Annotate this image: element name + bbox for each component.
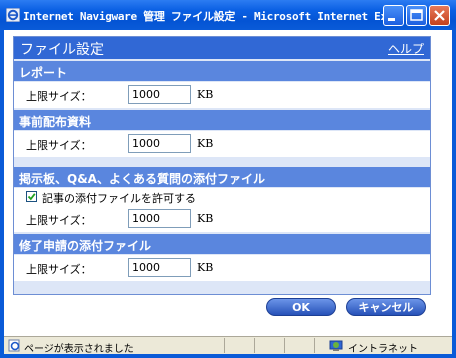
- section-heading-text: レポート: [19, 66, 68, 80]
- maximize-icon: [410, 9, 423, 21]
- checkmark-icon: [27, 193, 36, 201]
- status-divider: [314, 338, 315, 353]
- status-bar: ページが表示されました イントラネット: [4, 336, 452, 355]
- size-label: 上限サイズ：: [26, 90, 92, 103]
- size-label: 上限サイズ：: [26, 214, 92, 227]
- cancel-button[interactable]: キャンセル: [346, 298, 426, 316]
- title-bar[interactable]: Internet Navigware 管理 ファイル設定 - Microsoft…: [0, 0, 456, 30]
- bulletin-size-row: 上限サイズ： KB: [14, 206, 430, 232]
- size-unit: KB: [197, 212, 214, 225]
- allow-attachments-row: 記事の添付ファイルを許可する: [14, 188, 430, 206]
- size-unit: KB: [197, 261, 214, 274]
- section-heading-text: 修了申請の添付ファイル: [19, 239, 152, 253]
- page-content: ファイル設定 ヘルプ レポート 上限サイズ： KB 事前配布資料 上限サイズ： …: [4, 30, 452, 336]
- allow-attachments-checkbox[interactable]: [26, 191, 37, 202]
- section-heading-text: 掲示板、Q&A、よくある質問の添付ファイル: [19, 172, 265, 186]
- intranet-globe-icon: [329, 340, 343, 351]
- page-done-icon: [8, 339, 20, 352]
- maximize-button[interactable]: [406, 5, 427, 26]
- size-unit: KB: [197, 137, 214, 150]
- size-unit: KB: [197, 88, 214, 101]
- minimize-icon: [388, 18, 395, 21]
- help-link[interactable]: ヘルプ: [388, 40, 424, 57]
- panel-title: ファイル設定: [20, 42, 104, 58]
- size-label: 上限サイズ：: [26, 139, 92, 152]
- status-divider: [224, 338, 225, 353]
- section-heading-completion-attachments: 修了申請の添付ファイル: [14, 234, 430, 254]
- completion-size-input[interactable]: [128, 258, 191, 277]
- security-zone-text: イントラネット: [348, 344, 418, 355]
- panel-header: ファイル設定 ヘルプ: [14, 37, 430, 59]
- bulletin-size-input[interactable]: [128, 209, 191, 228]
- section-heading-preliminary-materials: 事前配布資料: [14, 110, 430, 130]
- ie-logo-icon: [6, 8, 20, 22]
- status-divider: [254, 338, 255, 353]
- section-heading-text: 事前配布資料: [19, 115, 92, 129]
- report-size-input[interactable]: [128, 85, 191, 104]
- report-size-row: 上限サイズ： KB: [14, 82, 430, 108]
- section-heading-bulletin-attachments: 掲示板、Q&A、よくある質問の添付ファイル: [14, 167, 430, 187]
- completion-size-row: 上限サイズ： KB: [14, 255, 430, 281]
- close-icon: [434, 10, 445, 21]
- section-heading-report: レポート: [14, 61, 430, 81]
- status-divider: [284, 338, 285, 353]
- materials-size-row: 上限サイズ： KB: [14, 131, 430, 157]
- size-label: 上限サイズ：: [26, 263, 92, 276]
- status-text: ページが表示されました: [24, 344, 134, 355]
- allow-attachments-label: 記事の添付ファイルを許可する: [42, 192, 196, 205]
- close-button[interactable]: [429, 5, 450, 26]
- minimize-button[interactable]: [383, 5, 404, 26]
- file-settings-panel: ファイル設定 ヘルプ レポート 上限サイズ： KB 事前配布資料 上限サイズ： …: [13, 36, 431, 295]
- window-title: Internet Navigware 管理 ファイル設定 - Microsoft…: [23, 10, 383, 23]
- ie-window: Internet Navigware 管理 ファイル設定 - Microsoft…: [0, 0, 456, 358]
- ok-button[interactable]: OK: [266, 298, 336, 316]
- materials-size-input[interactable]: [128, 134, 191, 153]
